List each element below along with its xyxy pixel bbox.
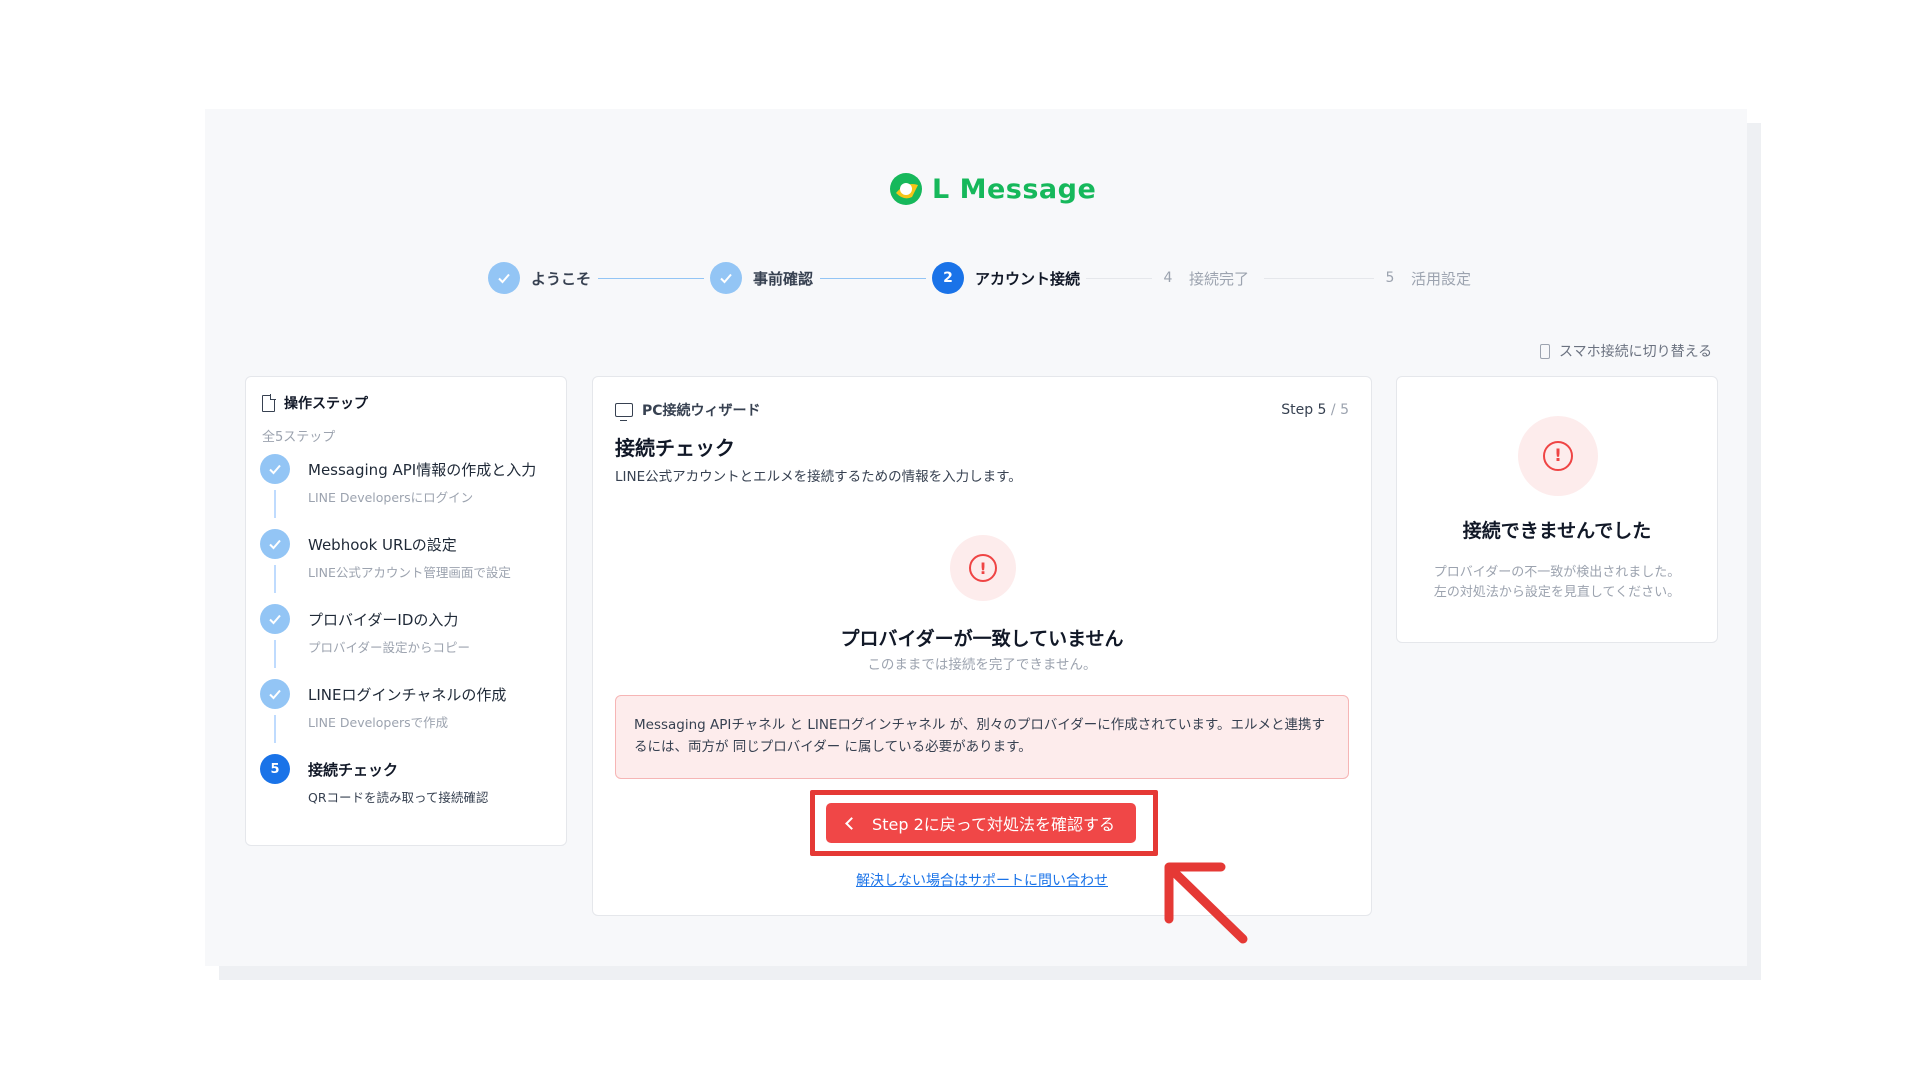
operation-step-label: Webhook URLの設定: [308, 536, 457, 554]
step-complete-check-icon: [260, 529, 290, 559]
step-complete-check-icon: [710, 262, 742, 294]
step-connector: [274, 715, 276, 743]
switch-to-smartphone-link[interactable]: スマホ接続に切り替える: [1540, 341, 1712, 361]
operation-step-label: プロバイダーIDの入力: [308, 611, 459, 629]
stepper-connector: [1086, 278, 1152, 279]
status-desc-line: 左の対処法から設定を見直してください。: [1433, 585, 1681, 600]
step-label: ようこそ: [531, 269, 592, 288]
operation-step-item[interactable]: プロバイダーIDの入力 プロバイダー設定からコピー: [260, 604, 560, 679]
operation-step-label: Messaging API情報の作成と入力: [308, 461, 537, 479]
step-number-badge: 5: [260, 754, 290, 784]
page-description: LINE公式アカウントとエルメを接続するための情報を入力します。: [615, 469, 1022, 485]
status-title: 接続できませんでした: [1462, 520, 1652, 542]
step-label: アカウント接続: [975, 269, 1081, 288]
smartphone-icon: [1540, 343, 1550, 359]
step-number: 4: [1163, 270, 1173, 286]
stepper-step-account-connect[interactable]: 2 アカウント接続: [932, 261, 1080, 295]
step-current: Step 5: [1281, 402, 1327, 418]
error-title: プロバイダーが一致していません: [840, 628, 1124, 650]
error-detail-box: Messaging APIチャネル と LINEログインチャネル が、別々のプロ…: [615, 695, 1349, 779]
panel-title: 操作ステップ: [284, 396, 368, 412]
step-number-badge: 2: [932, 262, 964, 294]
page-title: 接続チェック: [615, 436, 735, 460]
step-label: 接続完了: [1189, 269, 1250, 288]
error-subtitle: このままでは接続を完了できません。: [867, 657, 1097, 673]
annotation-arrow-icon: [1164, 862, 1248, 944]
step-connector: [274, 640, 276, 668]
stepper-step-precheck[interactable]: 事前確認: [710, 261, 813, 295]
monitor-icon: [615, 403, 633, 421]
operation-step-desc: LINE Developersにログイン: [308, 490, 474, 505]
operation-steps-panel: 操作ステップ 全5ステップ Messaging API情報の作成と入力 LINE…: [245, 376, 567, 846]
switch-link-label: スマホ接続に切り替える: [1559, 344, 1713, 360]
step-complete-check-icon: [260, 604, 290, 634]
lmessage-logo-icon: [890, 173, 922, 205]
step-counter: Step 5 / 5: [1281, 402, 1349, 418]
step-label: 活用設定: [1411, 269, 1472, 288]
wizard-header: PC接続ウィザード: [615, 400, 761, 421]
document-icon: [262, 394, 276, 412]
step-complete-check-icon: [260, 454, 290, 484]
stepper-connector: [1264, 278, 1374, 279]
operation-steps-title: 操作ステップ: [262, 393, 368, 413]
step-number: 5: [1385, 270, 1395, 286]
operation-step-desc: LINE Developersで作成: [308, 715, 449, 730]
error-alert-icon: !: [1518, 416, 1598, 496]
status-desc-line: プロバイダーの不一致が検出されました。: [1433, 565, 1681, 580]
operation-step-label: 接続チェック: [308, 761, 399, 779]
operation-step-item-current[interactable]: 5 接続チェック QRコードを読み取って接続確認: [260, 754, 560, 829]
stepper-connector: [820, 278, 926, 279]
stepper-step-welcome[interactable]: ようこそ: [488, 261, 591, 295]
step-complete-check-icon: [260, 679, 290, 709]
operation-step-item[interactable]: Messaging API情報の作成と入力 LINE Developersにログ…: [260, 454, 560, 529]
brand-name: L Message: [932, 173, 1097, 205]
back-to-step2-button[interactable]: Step 2に戻って対処法を確認する: [826, 803, 1136, 843]
stepper-step-usage-settings[interactable]: 5 活用設定: [1380, 261, 1471, 295]
operation-step-desc: QRコードを読み取って接続確認: [308, 790, 489, 805]
stepper-connector: [598, 278, 704, 279]
step-total: / 5: [1326, 402, 1349, 418]
step-connector: [274, 490, 276, 518]
wizard-stepper: ようこそ 事前確認 2 アカウント接続 4 接続完了 5 活用設定: [488, 261, 1488, 295]
step-connector: [274, 565, 276, 593]
error-alert-icon: !: [950, 535, 1016, 601]
operation-step-label: LINEログインチャネルの作成: [308, 686, 507, 704]
stepper-step-complete[interactable]: 4 接続完了: [1158, 261, 1249, 295]
chevron-left-icon: [845, 816, 858, 830]
step-label: 事前確認: [753, 269, 814, 288]
operation-step-item[interactable]: LINEログインチャネルの作成 LINE Developersで作成: [260, 679, 560, 754]
operation-step-item[interactable]: Webhook URLの設定 LINE公式アカウント管理画面で設定: [260, 529, 560, 604]
back-button-label: Step 2に戻って対処法を確認する: [872, 815, 1115, 834]
wizard-header-label: PC接続ウィザード: [642, 403, 761, 419]
operation-step-list: Messaging API情報の作成と入力 LINE Developersにログ…: [260, 454, 560, 829]
connection-status-panel: ! 接続できませんでした プロバイダーの不一致が検出されました。 左の対処法から…: [1396, 376, 1718, 643]
operation-step-desc: LINE公式アカウント管理画面で設定: [308, 565, 511, 580]
status-description: プロバイダーの不一致が検出されました。 左の対処法から設定を見直してください。: [1397, 563, 1717, 603]
steps-count: 全5ステップ: [262, 430, 336, 445]
operation-step-desc: プロバイダー設定からコピー: [308, 640, 471, 655]
brand-logo: L Message: [888, 171, 1096, 207]
step-complete-check-icon: [488, 262, 520, 294]
